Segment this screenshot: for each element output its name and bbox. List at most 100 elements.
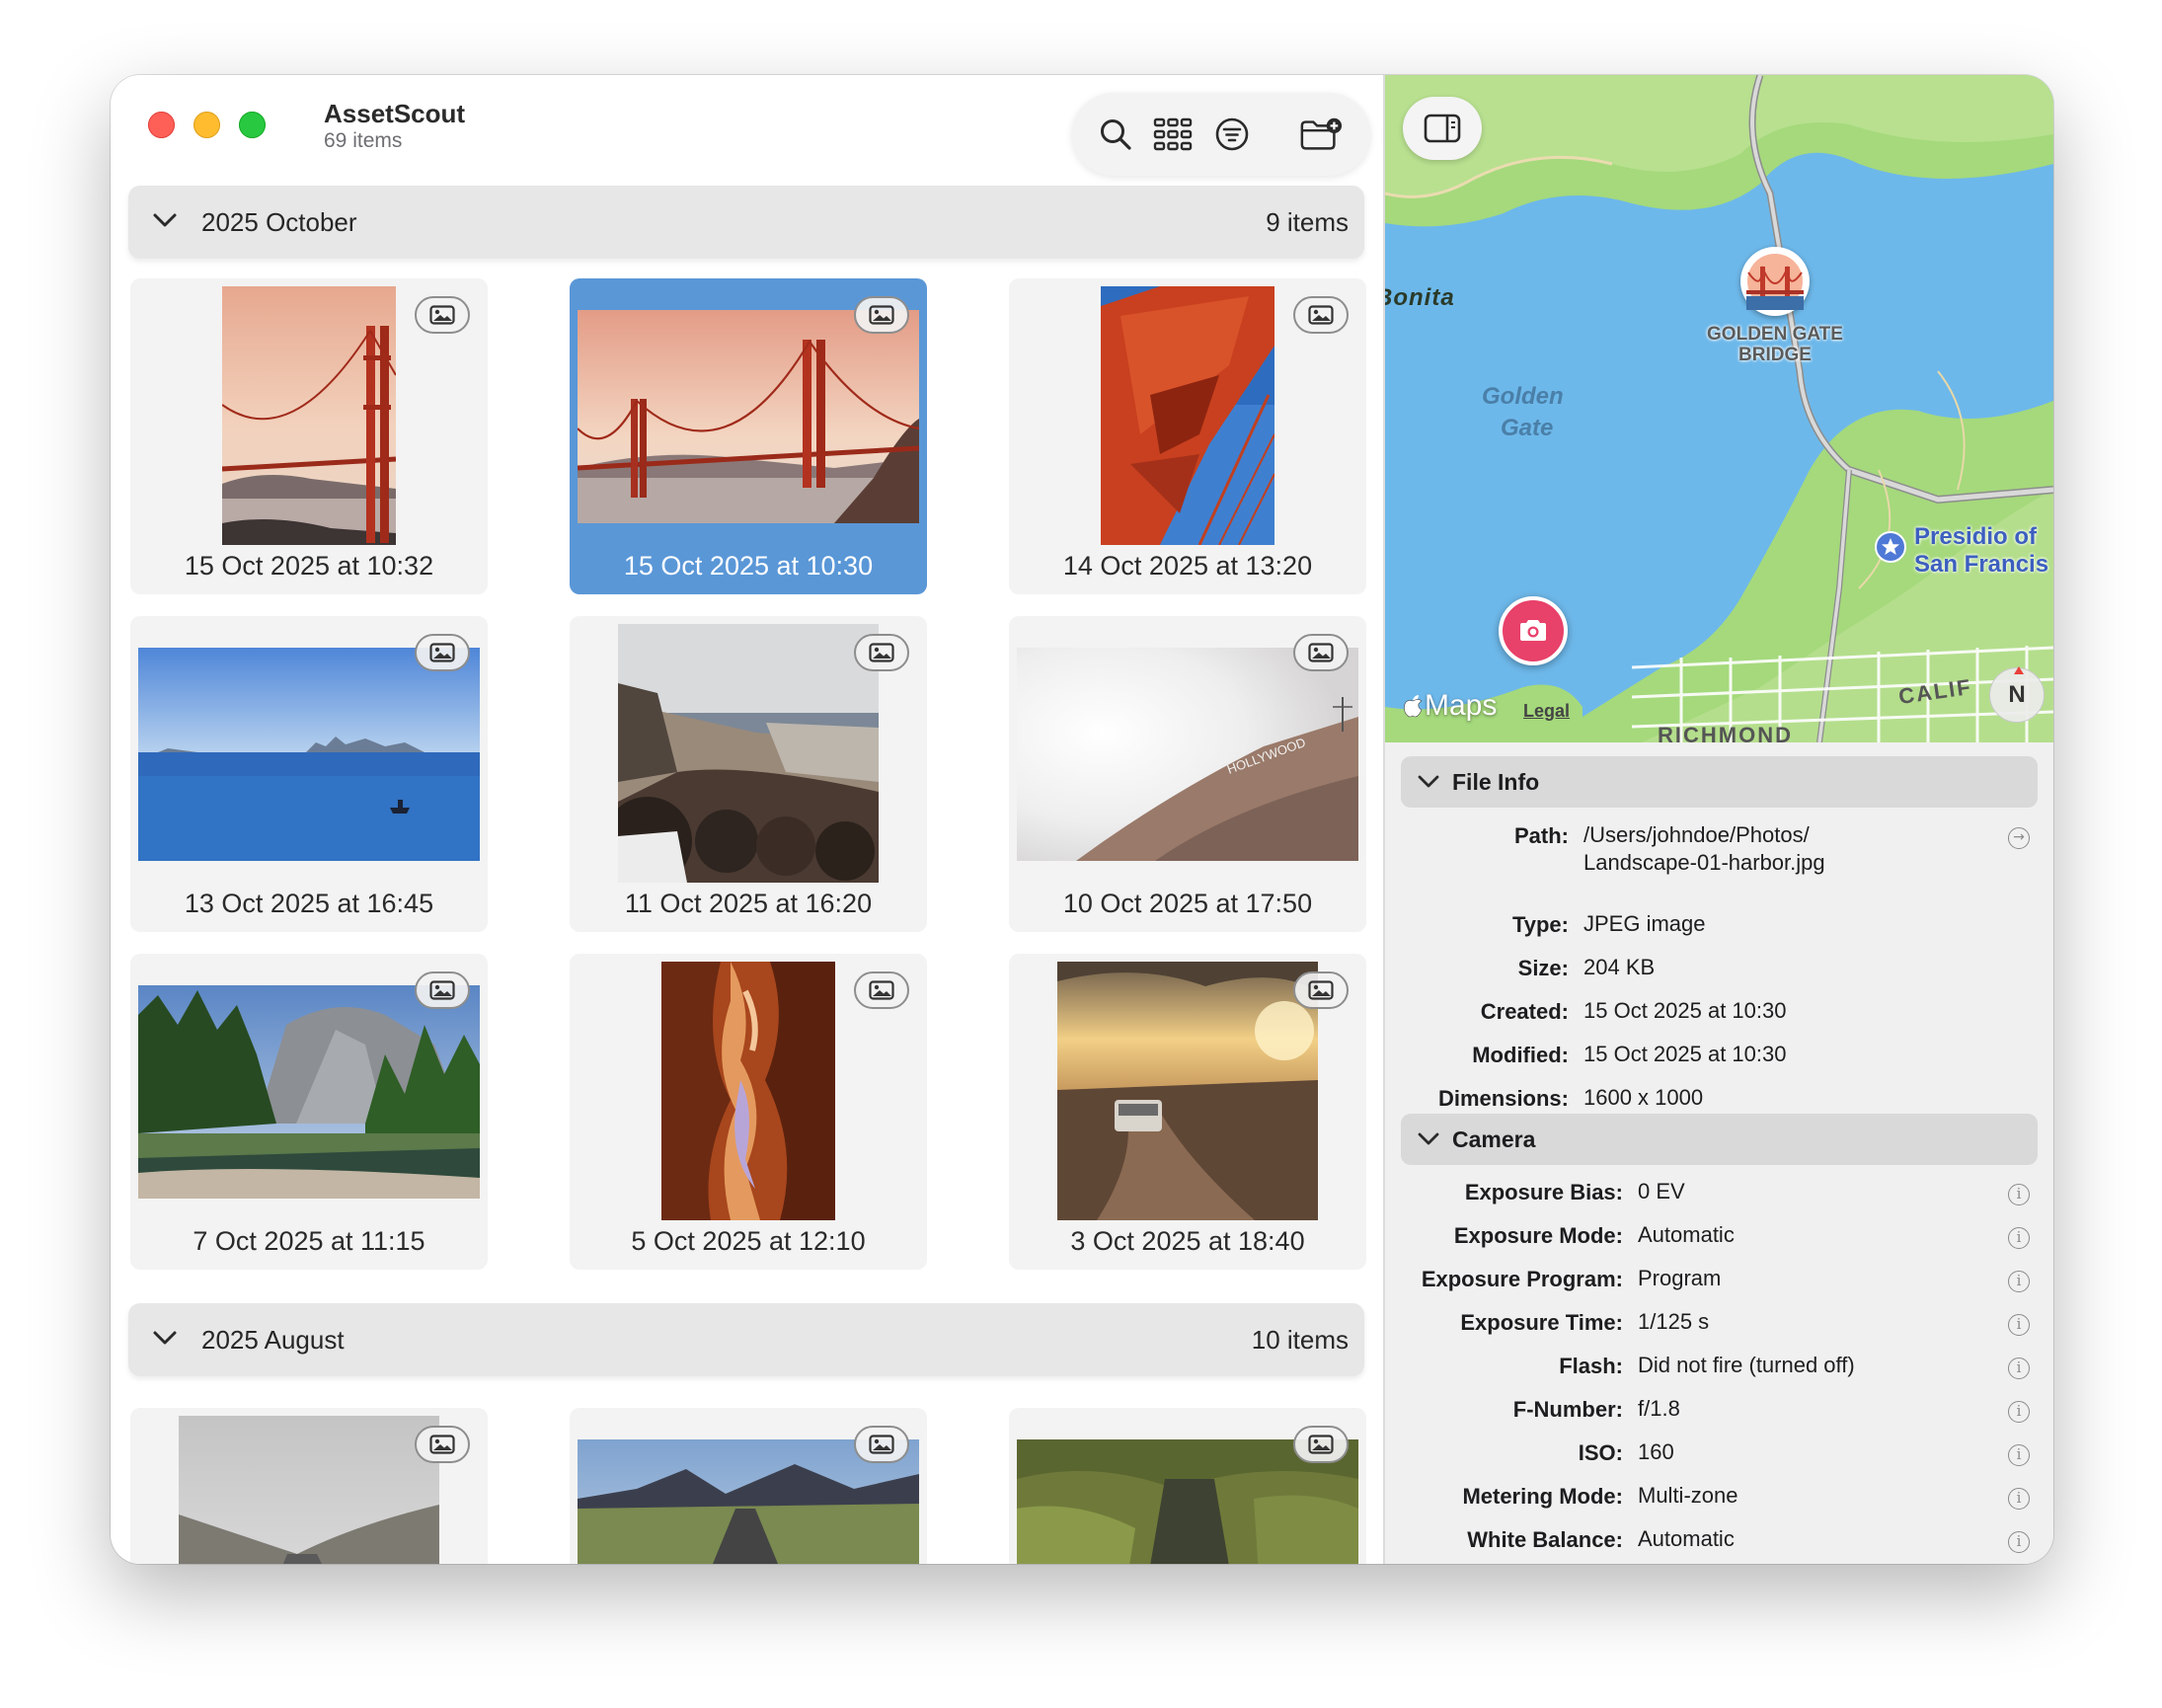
map-label-gate: Gate: [1501, 415, 1554, 441]
asset-card[interactable]: [130, 1408, 488, 1564]
camera-row: Flash: Did not fire (turned off) i: [1385, 1353, 2053, 1393]
photo-icon: [869, 980, 894, 1000]
image-type-badge: [854, 296, 909, 334]
image-type-badge: [1293, 971, 1349, 1009]
photo-icon: [1308, 980, 1334, 1000]
grid-view-icon: [1153, 117, 1193, 151]
photo-location-pin[interactable]: [1499, 596, 1568, 665]
camera-title: Camera: [1452, 1126, 1536, 1152]
info-value-path-2[interactable]: Landscape-01-harbor.jpg: [1583, 848, 1825, 877]
info-circle-icon[interactable]: i: [2008, 1314, 2030, 1336]
title-bar: AssetScout 69 items: [111, 75, 1383, 186]
camera-row: ISO: 160 i: [1385, 1439, 2053, 1480]
camera-row: Exposure Mode: Automatic i: [1385, 1222, 2053, 1263]
photo-thumbnail: [179, 1416, 439, 1564]
close-window-button[interactable]: [148, 112, 175, 138]
reveal-in-finder-icon[interactable]: →: [2008, 827, 2030, 849]
asset-card[interactable]: 7 Oct 2025 at 11:15: [130, 954, 488, 1270]
asset-card-selected[interactable]: 15 Oct 2025 at 10:30: [570, 278, 927, 594]
photo-icon: [1308, 1435, 1334, 1454]
asset-date-label: 11 Oct 2025 at 16:20: [624, 889, 873, 918]
asset-date-label: 15 Oct 2025 at 10:32: [184, 551, 434, 581]
search-button[interactable]: [1094, 113, 1137, 156]
photo-icon: [869, 305, 894, 325]
info-circle-icon[interactable]: i: [2008, 1358, 2030, 1379]
file-info-header[interactable]: File Info: [1401, 756, 2038, 808]
image-type-badge: [854, 634, 909, 671]
map-label-presidio-2: San Francis: [1914, 551, 2049, 578]
info-value: f/1.8: [1638, 1396, 1680, 1421]
info-circle-icon[interactable]: i: [2008, 1444, 2030, 1466]
info-value-path-1[interactable]: /Users/johndoe/Photos/: [1583, 820, 1810, 849]
grid-view-button[interactable]: [1151, 113, 1195, 156]
section-title: 2025 August: [201, 1325, 345, 1355]
legal-link[interactable]: Legal: [1523, 701, 1570, 722]
asset-card[interactable]: 15 Oct 2025 at 10:32: [130, 278, 488, 594]
info-value: Multi-zone: [1638, 1483, 1738, 1508]
camera-row: White Balance: Automatic i: [1385, 1526, 2053, 1564]
new-folder-button[interactable]: [1299, 113, 1343, 156]
info-circle-icon[interactable]: i: [2008, 1488, 2030, 1510]
compass-button[interactable]: N: [1989, 666, 2045, 723]
asset-card[interactable]: HOLLYWOOD 10 Oct 2025 at 17:50: [1009, 616, 1366, 932]
info-label: Metering Mode:: [1462, 1484, 1623, 1509]
photo-icon: [429, 980, 455, 1000]
asset-card[interactable]: 13 Oct 2025 at 16:45: [130, 616, 488, 932]
asset-date-label: 3 Oct 2025 at 18:40: [1070, 1226, 1305, 1256]
asset-card[interactable]: 3 Oct 2025 at 18:40: [1009, 954, 1366, 1270]
inspector-pane: Bonita Golden Gate GOLDEN GATE BRIDGE Pr…: [1385, 75, 2053, 1564]
info-value: 15 Oct 2025 at 10:30: [1583, 1042, 1787, 1066]
info-circle-icon[interactable]: i: [2008, 1271, 2030, 1292]
camera-icon: [1520, 620, 1546, 641]
map-label-bonita: Bonita: [1385, 284, 1455, 311]
section-header-october[interactable]: 2025 October 9 items: [128, 186, 1364, 259]
section-header-august[interactable]: 2025 August 10 items: [128, 1303, 1364, 1376]
info-circle-icon[interactable]: i: [2008, 1401, 2030, 1423]
asset-card[interactable]: 5 Oct 2025 at 12:10: [570, 954, 927, 1270]
filter-button[interactable]: [1210, 113, 1254, 156]
asset-card[interactable]: 14 Oct 2025 at 13:20: [1009, 278, 1366, 594]
maps-logo-text: Maps: [1425, 689, 1498, 722]
asset-card[interactable]: 11 Oct 2025 at 16:20: [570, 616, 927, 932]
info-label: Exposure Program:: [1421, 1267, 1623, 1291]
photo-icon: [429, 643, 455, 662]
photo-thumbnail: [1057, 962, 1318, 1220]
photo-icon: [869, 1435, 894, 1454]
zoom-window-button[interactable]: [239, 112, 266, 138]
landmark-pin[interactable]: [1740, 247, 1810, 316]
info-circle-icon[interactable]: i: [2008, 1227, 2030, 1249]
photo-thumbnail: [1101, 286, 1274, 545]
info-value: Program: [1638, 1266, 1722, 1290]
asset-card[interactable]: [570, 1408, 927, 1564]
camera-row: Exposure Program: Program i: [1385, 1266, 2053, 1306]
info-label: Size:: [1517, 956, 1569, 980]
info-label: F-Number:: [1512, 1397, 1623, 1422]
info-label: Flash:: [1559, 1354, 1623, 1378]
info-row-size: Size: 204 KB: [1385, 955, 2053, 995]
asset-card[interactable]: [1009, 1408, 1366, 1564]
compass-label: N: [2008, 681, 2026, 708]
info-value: Automatic: [1638, 1222, 1735, 1247]
map-label-presidio-1: Presidio of: [1914, 523, 2038, 550]
camera-header[interactable]: Camera: [1401, 1114, 2038, 1165]
info-circle-icon[interactable]: i: [2008, 1531, 2030, 1553]
info-circle-icon[interactable]: i: [2008, 1184, 2030, 1205]
info-row-created: Created: 15 Oct 2025 at 10:30: [1385, 998, 2053, 1039]
location-map[interactable]: Bonita Golden Gate GOLDEN GATE BRIDGE Pr…: [1385, 75, 2053, 742]
asset-date-label: 10 Oct 2025 at 17:50: [1062, 889, 1313, 918]
image-type-badge: [415, 971, 470, 1009]
info-value: 1/125 s: [1638, 1309, 1710, 1334]
image-type-badge: [854, 971, 909, 1009]
info-label: Exposure Mode:: [1453, 1223, 1623, 1248]
toolbar: [1072, 93, 1370, 176]
photo-thumbnail: [138, 985, 480, 1199]
image-type-badge: [1293, 1426, 1349, 1463]
image-type-badge: [1293, 296, 1349, 334]
app-window: AssetScout 69 items 2025 October 9 items…: [111, 75, 2053, 1564]
camera-row: Metering Mode: Multi-zone i: [1385, 1483, 2053, 1523]
info-label: Modified:: [1472, 1043, 1569, 1067]
toggle-sidebar-button[interactable]: [1403, 97, 1482, 160]
photo-icon: [869, 643, 894, 662]
minimize-window-button[interactable]: [193, 112, 220, 138]
asset-date-label: 7 Oct 2025 at 11:15: [193, 1226, 425, 1256]
